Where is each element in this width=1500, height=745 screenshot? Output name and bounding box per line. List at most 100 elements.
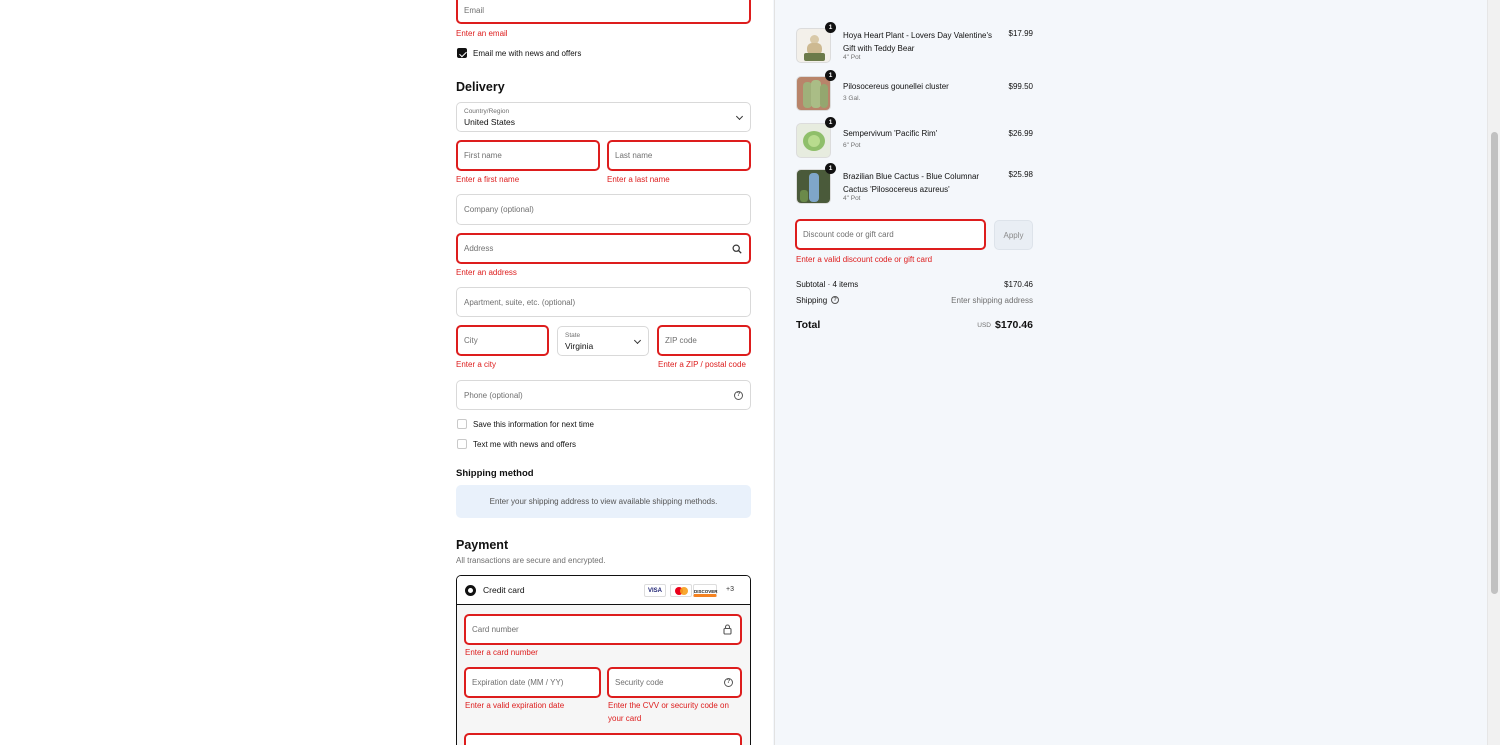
product-price: $25.98 bbox=[1008, 170, 1033, 179]
address-placeholder: Address bbox=[464, 244, 494, 253]
subtotal-row: Subtotal · 4 items $170.46 bbox=[796, 280, 1033, 289]
name-on-card-input[interactable] bbox=[464, 733, 742, 745]
payment-subtitle: All transactions are secure and encrypte… bbox=[456, 556, 606, 565]
product-name-line-1: Hoya Heart Plant - Lovers Day Valentine'… bbox=[843, 31, 993, 40]
security-code-input[interactable]: Security code ? bbox=[607, 667, 742, 698]
card-number-placeholder: Card number bbox=[472, 625, 519, 634]
shipping-row: Shipping ? Enter shipping address bbox=[796, 296, 1033, 305]
email-input[interactable]: Email bbox=[456, 0, 751, 24]
country-label: Country/Region bbox=[464, 108, 510, 115]
city-placeholder: City bbox=[464, 336, 478, 345]
expiry-placeholder: Expiration date (MM / YY) bbox=[472, 678, 564, 687]
state-label: State bbox=[565, 332, 581, 339]
order-item: 1 Sempervivum 'Pacific Rim' 6" Pot $26.9… bbox=[796, 117, 1033, 159]
product-variant: 4" Pot bbox=[843, 54, 861, 61]
shipping-method-notice: Enter your shipping address to view avai… bbox=[456, 485, 751, 518]
newsletter-checkbox[interactable] bbox=[457, 48, 467, 58]
page-scrollbar[interactable] bbox=[1487, 0, 1500, 745]
text-offers-checkbox[interactable] bbox=[457, 439, 467, 449]
state-select[interactable]: State Virginia bbox=[557, 326, 649, 356]
apply-button[interactable]: Apply bbox=[994, 220, 1033, 250]
state-value: Virginia bbox=[565, 341, 594, 351]
first-name-error: Enter a first name bbox=[456, 175, 520, 184]
first-name-placeholder: First name bbox=[464, 151, 502, 160]
save-info-checkbox[interactable] bbox=[457, 419, 467, 429]
email-error: Enter an email bbox=[456, 29, 508, 38]
currency-label: USD bbox=[977, 322, 991, 329]
discover-icon: DISCOVER bbox=[693, 584, 718, 597]
search-icon bbox=[732, 244, 742, 254]
city-input[interactable]: City bbox=[456, 325, 549, 356]
apartment-placeholder: Apartment, suite, etc. (optional) bbox=[464, 298, 576, 307]
product-thumbnail bbox=[796, 123, 831, 158]
order-item: 1 Hoya Heart Plant - Lovers Day Valentin… bbox=[796, 22, 1033, 66]
last-name-input[interactable]: Last name bbox=[607, 140, 751, 171]
discount-error: Enter a valid discount code or gift card bbox=[796, 255, 933, 264]
product-name-line-1: Sempervivum 'Pacific Rim' bbox=[843, 129, 938, 138]
product-name: Hoya Heart Plant - Lovers Day Valentine'… bbox=[843, 29, 998, 55]
total-value: $170.46 bbox=[995, 319, 1033, 331]
product-name-line-2: Cactus 'Pilosocereus azureus' bbox=[843, 185, 950, 194]
credit-card-label: Credit card bbox=[483, 585, 525, 595]
product-name: Pilosocereus gounellei cluster bbox=[843, 80, 998, 93]
shipping-method-notice-text: Enter your shipping address to view avai… bbox=[489, 497, 718, 506]
visa-icon: VISA bbox=[644, 584, 666, 597]
zip-input[interactable]: ZIP code bbox=[657, 325, 751, 356]
payment-method-box: Credit card VISA DISCOVER +3 Card number… bbox=[456, 575, 751, 745]
newsletter-label: Email me with news and offers bbox=[473, 49, 582, 58]
company-input[interactable]: Company (optional) bbox=[456, 194, 751, 225]
credit-card-option[interactable]: Credit card VISA DISCOVER +3 bbox=[457, 576, 750, 605]
country-select[interactable]: Country/Region United States bbox=[456, 102, 751, 132]
phone-placeholder: Phone (optional) bbox=[464, 391, 523, 400]
product-name-line-2: Gift with Teddy Bear bbox=[843, 44, 915, 53]
last-name-error: Enter a last name bbox=[607, 175, 670, 184]
discount-placeholder: Discount code or gift card bbox=[803, 230, 894, 239]
expiry-input[interactable]: Expiration date (MM / YY) bbox=[464, 667, 601, 698]
product-name-line-1: Pilosocereus gounellei cluster bbox=[843, 82, 949, 91]
product-thumbnail bbox=[796, 76, 831, 111]
credit-card-radio[interactable] bbox=[465, 585, 476, 596]
product-price: $26.99 bbox=[1008, 129, 1033, 138]
first-name-input[interactable]: First name bbox=[456, 140, 600, 171]
save-info-label: Save this information for next time bbox=[473, 420, 594, 429]
product-name: Brazilian Blue Cactus - Blue Columnar Ca… bbox=[843, 170, 998, 196]
apply-button-label: Apply bbox=[1003, 231, 1024, 240]
product-variant: 4" Pot bbox=[843, 195, 861, 202]
shipping-method-heading: Shipping method bbox=[456, 468, 534, 479]
card-number-error: Enter a card number bbox=[465, 648, 538, 657]
zip-placeholder: ZIP code bbox=[665, 336, 697, 345]
order-item: 1 Pilosocereus gounellei cluster 3 Gal. … bbox=[796, 70, 1033, 112]
product-variant: 3 Gal. bbox=[843, 95, 861, 102]
product-thumbnail bbox=[796, 28, 831, 63]
subtotal-label: Subtotal · 4 items bbox=[796, 280, 859, 289]
email-placeholder: Email bbox=[464, 6, 485, 15]
quantity-badge: 1 bbox=[825, 70, 836, 81]
zip-error: Enter a ZIP / postal code bbox=[658, 360, 746, 369]
security-code-error-1: Enter the CVV or security code on bbox=[608, 701, 729, 710]
security-code-error-2: your card bbox=[608, 714, 642, 723]
help-icon[interactable]: ? bbox=[734, 391, 743, 400]
quantity-badge: 1 bbox=[825, 163, 836, 174]
apartment-input[interactable]: Apartment, suite, etc. (optional) bbox=[456, 287, 751, 317]
card-number-input[interactable]: Card number bbox=[464, 614, 742, 645]
shipping-label: Shipping bbox=[796, 296, 828, 305]
payment-heading: Payment bbox=[456, 538, 509, 552]
quantity-badge: 1 bbox=[825, 117, 836, 128]
chevron-down-icon bbox=[633, 336, 642, 345]
product-name: Sempervivum 'Pacific Rim' bbox=[843, 127, 998, 140]
scrollbar-thumb[interactable] bbox=[1491, 132, 1498, 594]
help-icon[interactable]: ? bbox=[831, 296, 839, 304]
more-brands-label: +3 bbox=[726, 586, 734, 593]
product-variant: 6" Pot bbox=[843, 142, 861, 149]
phone-input[interactable]: Phone (optional) ? bbox=[456, 380, 751, 410]
address-input[interactable]: Address bbox=[456, 233, 751, 264]
total-label: Total bbox=[796, 319, 821, 331]
help-icon[interactable]: ? bbox=[724, 678, 733, 687]
security-placeholder: Security code bbox=[615, 678, 664, 687]
text-offers-label: Text me with news and offers bbox=[473, 440, 577, 449]
discount-code-input[interactable]: Discount code or gift card bbox=[795, 219, 986, 250]
product-price: $17.99 bbox=[1008, 29, 1033, 38]
lock-icon bbox=[723, 624, 732, 635]
chevron-down-icon bbox=[735, 112, 744, 121]
shipping-value: Enter shipping address bbox=[951, 296, 1033, 305]
